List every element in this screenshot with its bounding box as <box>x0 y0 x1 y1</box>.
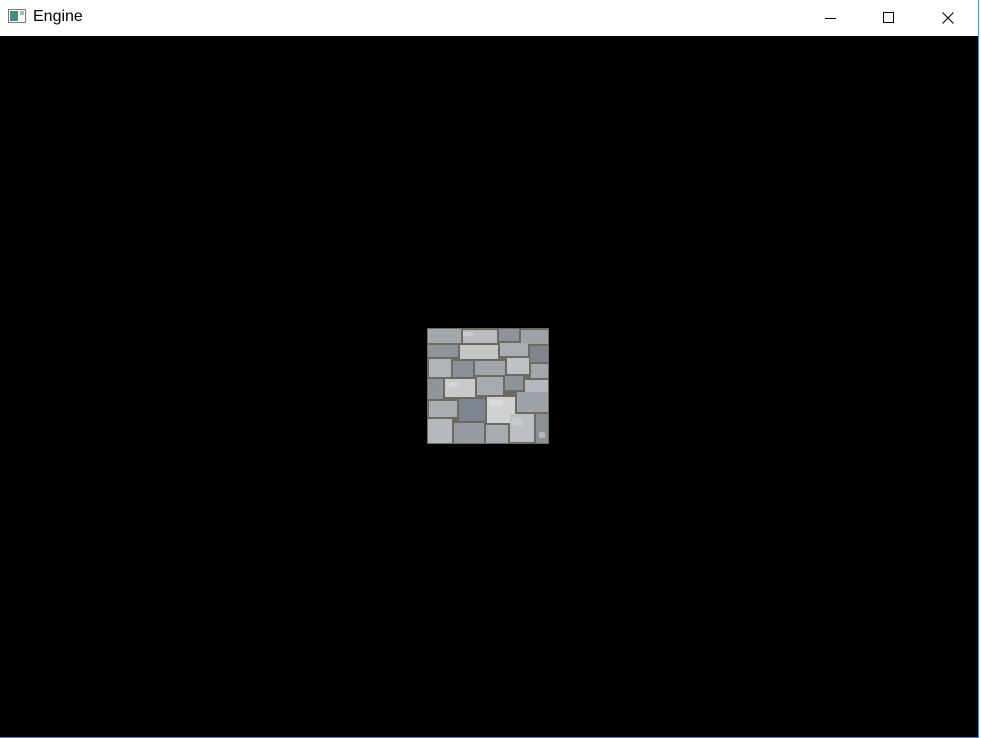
minimize-icon <box>825 12 837 24</box>
title-bar[interactable]: Engine <box>0 0 978 35</box>
stone-wall-texture <box>427 328 549 444</box>
engine-window: Engine <box>0 0 979 738</box>
maximize-button[interactable] <box>860 0 918 35</box>
window-title: Engine <box>33 8 83 25</box>
close-icon <box>942 11 954 24</box>
close-button[interactable] <box>918 0 978 35</box>
minimize-button[interactable] <box>802 0 860 35</box>
application-window-icon <box>8 9 26 23</box>
maximize-icon <box>883 11 895 24</box>
render-viewport[interactable] <box>0 36 978 737</box>
